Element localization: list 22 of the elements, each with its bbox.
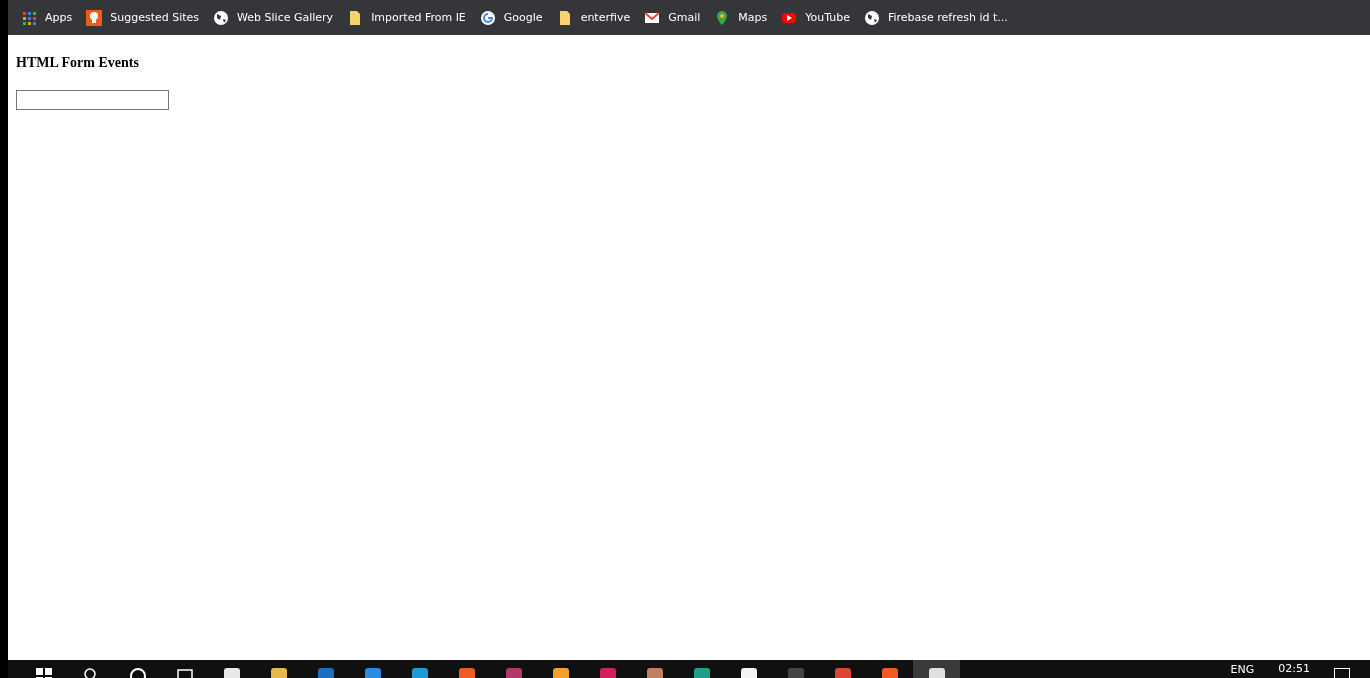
page-heading: HTML Form Events — [16, 55, 140, 71]
bookmark[interactable]: enterfive — [556, 9, 631, 26]
clock[interactable]: 02:51 — [1278, 662, 1310, 675]
taskbar-button[interactable] — [913, 660, 960, 678]
bookmark[interactable]: Google — [479, 9, 543, 26]
bookmark[interactable]: YouTube — [781, 9, 850, 26]
bookmark[interactable]: Suggested Sites — [86, 9, 200, 26]
bookmark[interactable]: Web Slice Gallery — [213, 9, 334, 26]
bookmark[interactable]: Apps — [21, 9, 73, 26]
grid-icon — [21, 9, 37, 26]
language-indicator[interactable]: ENG — [1230, 663, 1255, 676]
bookmark[interactable]: Firebase refresh id t... — [863, 9, 1008, 26]
bookmark[interactable]: Gmail — [644, 9, 701, 26]
bookmark[interactable]: Imported From IE — [347, 9, 466, 26]
google-g-icon — [479, 9, 496, 26]
bookmark[interactable]: Maps — [714, 9, 768, 26]
notification-icon[interactable] — [1334, 668, 1350, 678]
lightbulb-icon — [86, 9, 103, 26]
globe-icon — [863, 9, 880, 26]
envelope-icon — [644, 9, 661, 26]
globe-icon — [213, 9, 230, 26]
text-input[interactable] — [16, 90, 169, 110]
